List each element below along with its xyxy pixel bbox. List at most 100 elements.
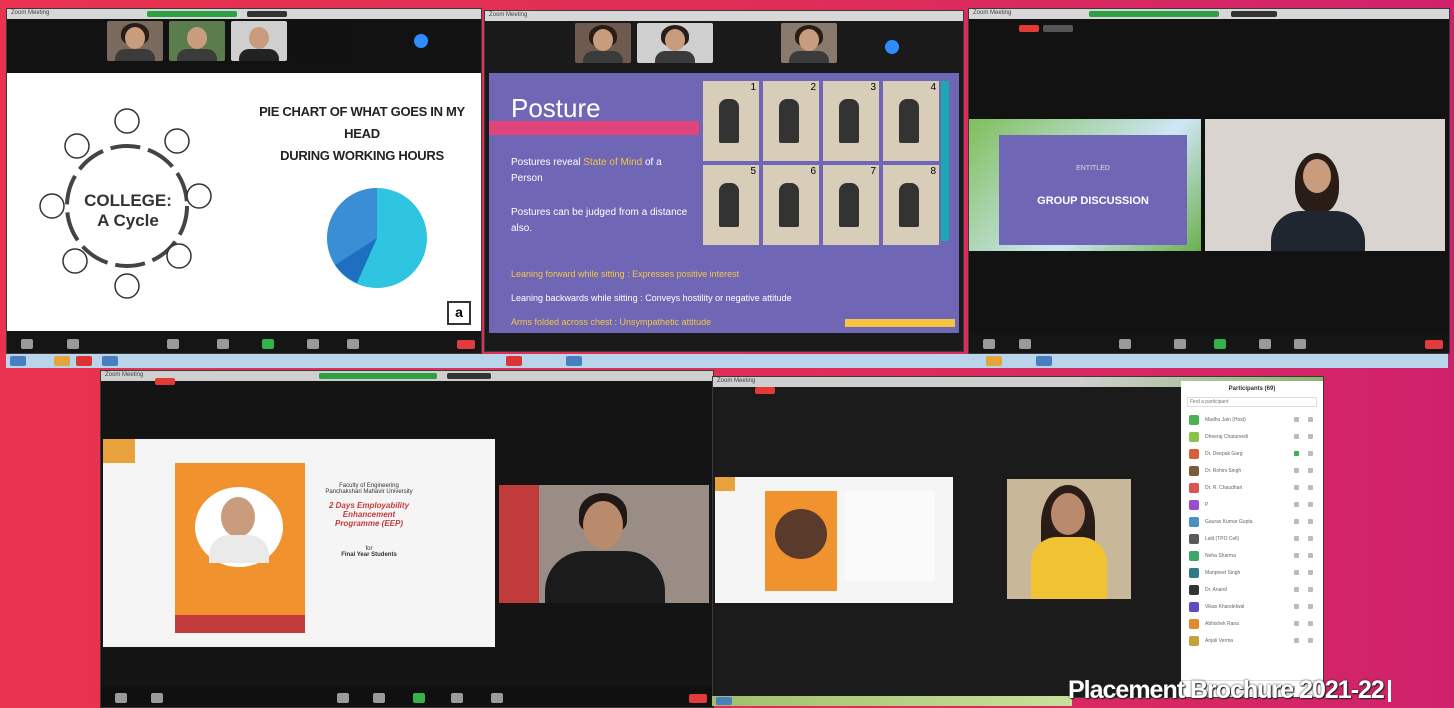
- video-icon[interactable]: [1308, 604, 1313, 609]
- video-icon[interactable]: [1308, 468, 1313, 473]
- explorer-icon[interactable]: [986, 356, 1002, 366]
- zoom-taskbar-icon[interactable]: [102, 356, 118, 366]
- video-icon[interactable]: [1308, 502, 1313, 507]
- participant-row[interactable]: Dr. Rohini Singh: [1181, 462, 1323, 479]
- start-icon[interactable]: [10, 356, 26, 366]
- mic-icon[interactable]: [1294, 451, 1299, 456]
- mic-icon[interactable]: [1294, 587, 1299, 592]
- participant-thumbnail[interactable]: [107, 21, 163, 61]
- speaker-video[interactable]: [1205, 119, 1445, 251]
- video-icon[interactable]: [1308, 621, 1313, 626]
- zoom-taskbar-icon[interactable]: [566, 356, 582, 366]
- mic-icon[interactable]: [1294, 417, 1299, 422]
- mic-icon[interactable]: [1294, 485, 1299, 490]
- chat-button[interactable]: [373, 693, 385, 703]
- participant-row[interactable]: P: [1181, 496, 1323, 513]
- video-button[interactable]: [151, 693, 163, 703]
- video-icon[interactable]: [1308, 417, 1313, 422]
- presenter-video[interactable]: [499, 485, 709, 603]
- share-screen-button[interactable]: [1214, 339, 1226, 349]
- video-icon[interactable]: [1308, 638, 1313, 643]
- shared-poster-thumbnail[interactable]: [715, 477, 953, 603]
- sharing-indicator[interactable]: [319, 373, 437, 379]
- participant-thumbnail[interactable]: [231, 21, 287, 61]
- mic-icon[interactable]: [1294, 621, 1299, 626]
- mic-icon[interactable]: [1294, 553, 1299, 558]
- reactions-button[interactable]: [347, 339, 359, 349]
- video-button[interactable]: [67, 339, 79, 349]
- chrome-icon[interactable]: [76, 356, 92, 366]
- video-icon[interactable]: [1308, 485, 1313, 490]
- video-icon[interactable]: [1308, 536, 1313, 541]
- participant-row[interactable]: Dr. R. Chaudhari: [1181, 479, 1323, 496]
- video-icon[interactable]: [1308, 519, 1313, 524]
- mute-button[interactable]: [983, 339, 995, 349]
- participant-row[interactable]: Anjali Verma: [1181, 632, 1323, 649]
- recording-indicator[interactable]: [1019, 25, 1039, 32]
- participants-button[interactable]: [337, 693, 349, 703]
- participant-thumbnail[interactable]: [575, 23, 631, 63]
- participant-row[interactable]: Manpreet Singh: [1181, 564, 1323, 581]
- video-icon[interactable]: [1308, 434, 1313, 439]
- video-icon[interactable]: [1308, 570, 1313, 575]
- chat-button[interactable]: [1174, 339, 1186, 349]
- chat-button[interactable]: [217, 339, 229, 349]
- start-icon[interactable]: [716, 697, 732, 705]
- participant-video[interactable]: [1007, 479, 1131, 599]
- reactions-button[interactable]: [1294, 339, 1306, 349]
- record-button[interactable]: [451, 693, 463, 703]
- meeting-info-pill[interactable]: [1043, 25, 1073, 32]
- video-button[interactable]: [1019, 339, 1031, 349]
- video-icon[interactable]: [1308, 553, 1313, 558]
- shared-slide-thumbnail[interactable]: ENTITLED GROUP DISCUSSION: [969, 119, 1201, 251]
- video-icon[interactable]: [1308, 587, 1313, 592]
- shared-poster-window[interactable]: Faculty of Engineering Panchakshari Maha…: [103, 439, 495, 647]
- chrome-icon[interactable]: [506, 356, 522, 366]
- end-meeting-button[interactable]: [1425, 340, 1443, 349]
- explorer-icon[interactable]: [54, 356, 70, 366]
- video-icon[interactable]: [1308, 451, 1313, 456]
- end-meeting-button[interactable]: [457, 340, 475, 349]
- participant-search-input[interactable]: [1187, 397, 1317, 407]
- view-options-button[interactable]: [447, 373, 491, 379]
- participant-row[interactable]: Dr. Deepak Garg: [1181, 445, 1323, 462]
- share-screen-button[interactable]: [413, 693, 425, 703]
- view-options-button[interactable]: [1231, 11, 1277, 17]
- record-button[interactable]: [307, 339, 319, 349]
- zoom-taskbar-icon[interactable]: [1036, 356, 1052, 366]
- sharing-indicator[interactable]: [1089, 11, 1219, 17]
- share-screen-button[interactable]: [262, 339, 274, 349]
- participants-button[interactable]: [1119, 339, 1131, 349]
- view-options-button[interactable]: [247, 11, 287, 17]
- mute-button[interactable]: [21, 339, 33, 349]
- sharing-indicator[interactable]: [147, 11, 237, 17]
- mic-icon[interactable]: [1294, 604, 1299, 609]
- participant-row[interactable]: Gaurav Kumar Gupta: [1181, 513, 1323, 530]
- participant-thumbnail[interactable]: [169, 21, 225, 61]
- participant-row[interactable]: Dheeraj Chaturvedi: [1181, 428, 1323, 445]
- mic-icon[interactable]: [1294, 434, 1299, 439]
- reactions-button[interactable]: [491, 693, 503, 703]
- mic-icon[interactable]: [1294, 570, 1299, 575]
- participant-thumbnail[interactable]: [637, 23, 713, 63]
- mute-button[interactable]: [115, 693, 127, 703]
- participant-row[interactable]: Abhishek Rana: [1181, 615, 1323, 632]
- participant-thumbnail[interactable]: [719, 23, 775, 63]
- mic-icon[interactable]: [1294, 519, 1299, 524]
- mic-icon[interactable]: [1294, 502, 1299, 507]
- participant-row[interactable]: Dr. Anand: [1181, 581, 1323, 598]
- record-button[interactable]: [1259, 339, 1271, 349]
- participant-row[interactable]: Lalit (TPO Cell): [1181, 530, 1323, 547]
- participant-row[interactable]: Madhu Jain (Host): [1181, 411, 1323, 428]
- participant-thumbnail[interactable]: [293, 21, 349, 61]
- mic-icon[interactable]: [1294, 536, 1299, 541]
- participant-row[interactable]: Neha Sharma: [1181, 547, 1323, 564]
- participants-button[interactable]: [167, 339, 179, 349]
- participant-thumbnail[interactable]: [781, 23, 837, 63]
- end-meeting-button[interactable]: [689, 694, 707, 703]
- recording-indicator[interactable]: [155, 378, 175, 385]
- mic-icon[interactable]: [1294, 638, 1299, 643]
- recording-indicator[interactable]: [755, 387, 775, 394]
- participant-row[interactable]: Vikas Khandelwal: [1181, 598, 1323, 615]
- mic-icon[interactable]: [1294, 468, 1299, 473]
